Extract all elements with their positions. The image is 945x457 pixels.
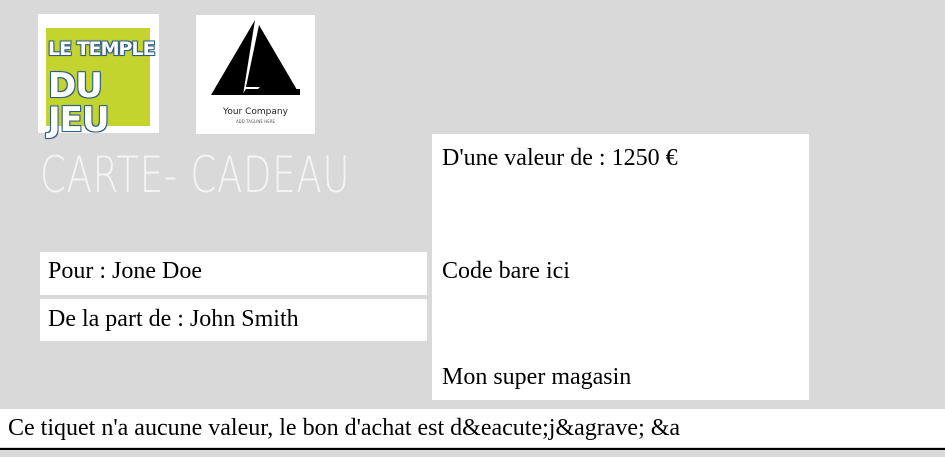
store-name: Mon super magasin [442, 364, 632, 390]
company-name: Your Company [223, 107, 288, 117]
recipient-text: Pour : Jone Doe [48, 258, 202, 284]
logo-text-line2: DU JEU [48, 66, 109, 140]
footer-divider [0, 448, 945, 450]
sender-text: De la part de : John Smith [48, 306, 299, 332]
footer-notice-text: Ce tiquet n'a aucune valeur, le bon d'ac… [8, 415, 681, 441]
logo-text-line1: LE TEMPLE [48, 38, 156, 60]
your-company-logo: Your Company ADD TAGLINE HERE [196, 15, 315, 134]
barcode-placeholder: Code bare ici [442, 258, 570, 284]
value-text: D'une valeur de : 1250 € [442, 145, 678, 171]
temple-du-jeu-logo: LE TEMPLE DU JEU [38, 14, 159, 137]
triangle-icon [211, 20, 300, 95]
card-title: CARTE- CADEAU [40, 146, 351, 204]
company-tagline: ADD TAGLINE HERE [235, 119, 276, 124]
